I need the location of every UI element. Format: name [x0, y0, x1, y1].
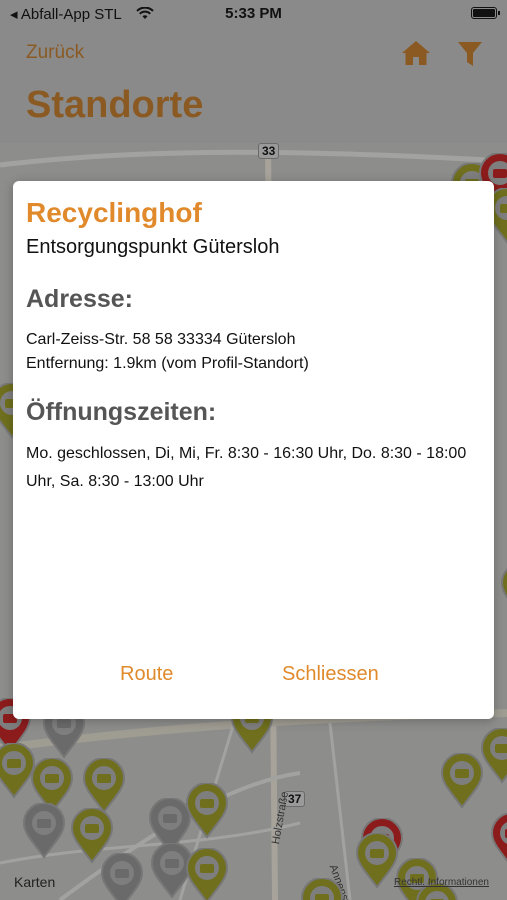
map-pin-icon[interactable]	[300, 878, 344, 900]
map-pin-icon[interactable]	[22, 803, 66, 859]
map-pin-icon[interactable]	[440, 753, 484, 809]
apple-maps-logo: Karten	[14, 874, 56, 890]
map-pin-icon[interactable]	[185, 783, 229, 839]
map-pin-icon[interactable]	[500, 563, 507, 619]
legal-info-link[interactable]: Rechtl. Informationen	[394, 877, 489, 888]
page-title: Standorte	[26, 84, 204, 126]
battery-icon	[471, 7, 500, 19]
filter-icon[interactable]	[456, 40, 484, 68]
navigation-bar: Zurück Standorte	[0, 28, 507, 143]
map-pin-icon[interactable]	[100, 853, 144, 900]
back-button[interactable]: Zurück	[26, 42, 84, 64]
address-text: Carl-Zeiss-Str. 58 58 33334 Gütersloh	[26, 331, 296, 348]
status-bar: ◂ Abfall-App STL 5:33 PM	[0, 0, 507, 28]
clock: 5:33 PM	[225, 5, 282, 22]
location-title: Recyclinghof	[26, 197, 202, 228]
address-heading: Adresse:	[26, 285, 133, 313]
opening-hours-heading: Öffnungszeiten:	[26, 398, 217, 426]
close-button[interactable]: Schliessen	[282, 663, 379, 686]
map-pin-icon[interactable]	[355, 833, 399, 889]
map-pin-icon[interactable]	[480, 728, 507, 784]
map-pin-icon[interactable]	[82, 758, 126, 814]
home-icon[interactable]	[401, 40, 431, 66]
route-button[interactable]: Route	[120, 663, 173, 686]
distance-text: Entfernung: 1.9km (vom Profil-Standort)	[26, 355, 309, 372]
location-subtitle: Entsorgungspunkt Gütersloh	[26, 236, 280, 258]
map-pin-selected-icon[interactable]	[490, 813, 507, 869]
road-number-label: 33	[258, 143, 280, 159]
opening-hours-text: Mo. geschlossen, Di, Mi, Fr. 8:30 - 16:3…	[26, 445, 467, 490]
location-detail-modal: Recyclinghof Entsorgungspunkt Gütersloh …	[13, 181, 494, 719]
map-pin-icon[interactable]	[185, 848, 229, 900]
